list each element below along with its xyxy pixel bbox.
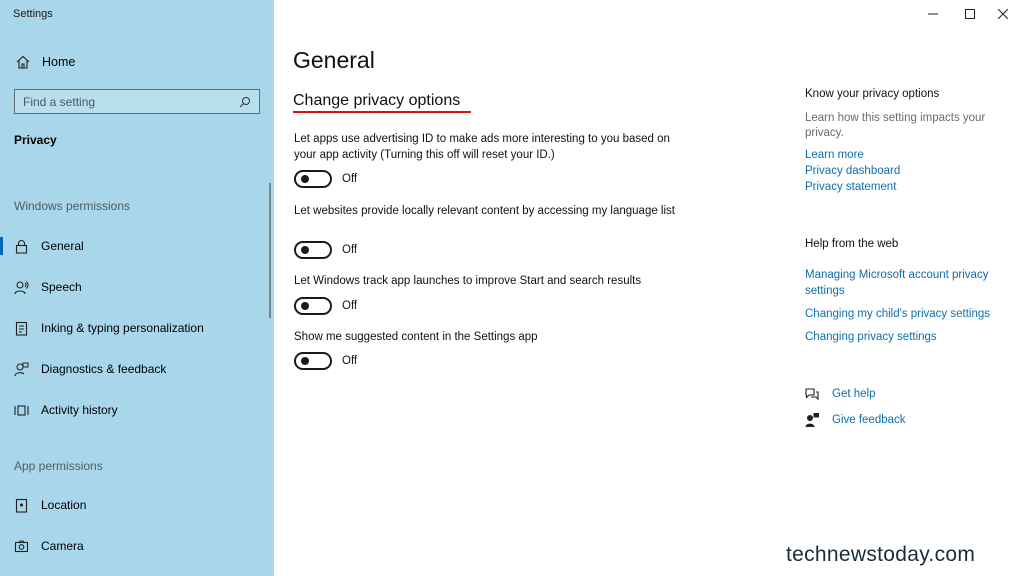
close-icon <box>998 9 1008 19</box>
feedback-icon <box>805 413 819 427</box>
nav-home-label: Home <box>42 55 76 69</box>
get-help-link[interactable]: Get help <box>804 386 875 402</box>
sidebar: Settings Home Privacy Windows permission… <box>0 0 274 576</box>
privacy-statement-link[interactable]: Privacy statement <box>805 179 1010 195</box>
app-launch-tracking-toggle[interactable] <box>294 297 332 315</box>
know-privacy-text: Learn how this setting impacts your priv… <box>805 112 986 139</box>
managing-account-privacy-link[interactable]: Managing Microsoft account privacy setti… <box>805 267 1010 299</box>
setting-description: Let websites provide locally relevant co… <box>294 205 675 217</box>
sidebar-scrollbar[interactable] <box>269 183 271 318</box>
get-help-label: Get help <box>832 388 876 400</box>
nav-item-label: Inking & typing personalization <box>41 321 204 335</box>
advertising-id-toggle[interactable] <box>294 170 332 188</box>
toggle-state-label: Off <box>342 244 358 256</box>
nav-item-label: Location <box>41 498 87 512</box>
toggle-state-label: Off <box>342 173 358 185</box>
nav-item-label: Activity history <box>41 403 118 417</box>
inking-icon <box>15 321 28 336</box>
location-icon <box>15 498 28 513</box>
nav-item-activity-history[interactable]: Activity history <box>0 393 272 427</box>
search-input[interactable] <box>23 94 239 109</box>
maximize-icon <box>965 9 975 19</box>
toggle-knob <box>301 302 309 310</box>
chat-help-icon <box>805 388 819 401</box>
give-feedback-link[interactable]: Give feedback <box>804 412 906 428</box>
lock-icon <box>15 239 28 254</box>
section-title-privacy: Privacy <box>14 133 57 147</box>
nav-home[interactable]: Home <box>0 46 274 78</box>
toggle-knob <box>301 246 309 254</box>
diagnostics-icon <box>14 362 29 376</box>
nav-item-camera[interactable]: Camera <box>0 529 272 563</box>
language-list-toggle[interactable] <box>294 241 332 259</box>
nav-item-label: General <box>41 239 84 253</box>
subtitle-underline <box>293 111 471 113</box>
nav-item-diagnostics-feedback[interactable]: Diagnostics & feedback <box>0 352 272 386</box>
give-feedback-label: Give feedback <box>832 414 906 426</box>
nav-item-location[interactable]: Location <box>0 488 272 522</box>
home-icon <box>16 55 30 69</box>
group-label-windows-permissions: Windows permissions <box>14 199 131 213</box>
toggle-knob <box>301 175 309 183</box>
nav-item-inking-typing[interactable]: Inking & typing personalization <box>0 311 272 345</box>
privacy-dashboard-link[interactable]: Privacy dashboard <box>805 163 1010 179</box>
changing-privacy-settings-link[interactable]: Changing privacy settings <box>805 329 1010 345</box>
suggested-content-toggle[interactable] <box>294 352 332 370</box>
app-title: Settings <box>13 8 53 20</box>
learn-more-link[interactable]: Learn more <box>805 147 1010 163</box>
minimize-icon <box>928 13 938 15</box>
setting-description: Let Windows track app launches to improv… <box>294 275 642 287</box>
setting-description: Let apps use advertising ID to make ads … <box>294 133 670 161</box>
nav-item-label: Speech <box>41 280 82 294</box>
site-watermark: technewstoday.com <box>786 543 976 566</box>
setting-description: Show me suggested content in the Setting… <box>294 331 538 343</box>
speech-icon <box>14 280 29 294</box>
maximize-button[interactable] <box>953 0 987 28</box>
activity-history-icon <box>14 404 29 416</box>
camera-icon <box>14 540 29 552</box>
nav-item-label: Camera <box>41 539 84 553</box>
section-subtitle: Change privacy options <box>293 92 461 109</box>
nav-item-speech[interactable]: Speech <box>0 270 272 304</box>
nav-item-general[interactable]: General <box>0 229 272 263</box>
know-privacy-heading: Know your privacy options <box>805 88 940 100</box>
group-label-app-permissions: App permissions <box>14 459 103 473</box>
toggle-state-label: Off <box>342 355 358 367</box>
nav-item-label: Diagnostics & feedback <box>41 362 167 376</box>
minimize-button[interactable] <box>916 0 950 28</box>
search-icon[interactable] <box>239 96 251 108</box>
toggle-knob <box>301 357 309 365</box>
close-button[interactable] <box>986 0 1020 28</box>
search-box[interactable] <box>14 89 260 114</box>
child-privacy-settings-link[interactable]: Changing my child's privacy settings <box>805 306 1010 322</box>
help-from-web-heading: Help from the web <box>805 238 899 250</box>
toggle-state-label: Off <box>342 300 358 312</box>
page-title: General <box>293 47 375 73</box>
